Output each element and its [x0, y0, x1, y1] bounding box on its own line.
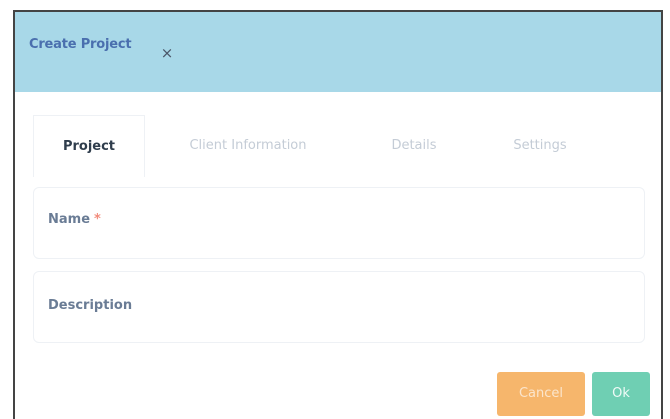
- name-field-label: Name *: [48, 212, 101, 227]
- cancel-button[interactable]: Cancel: [497, 372, 585, 416]
- description-field[interactable]: Description: [33, 271, 645, 343]
- dialog-header: Create Project ×: [15, 12, 661, 92]
- create-project-dialog: Create Project × Project Client Informat…: [13, 10, 663, 419]
- description-field-label: Description: [48, 298, 133, 313]
- tab-details[interactable]: Details: [351, 115, 477, 177]
- tab-bar: Project Client Information Details Setti…: [33, 115, 643, 177]
- dialog-title: Create Project: [29, 37, 132, 52]
- tab-client-information[interactable]: Client Information: [145, 115, 351, 177]
- ok-button[interactable]: Ok: [592, 372, 650, 416]
- close-icon[interactable]: ×: [159, 45, 175, 61]
- required-marker: *: [94, 212, 101, 227]
- tab-project[interactable]: Project: [33, 115, 145, 177]
- name-field[interactable]: Name *: [33, 187, 645, 259]
- tab-settings[interactable]: Settings: [477, 115, 603, 177]
- name-label-text: Name: [48, 212, 91, 227]
